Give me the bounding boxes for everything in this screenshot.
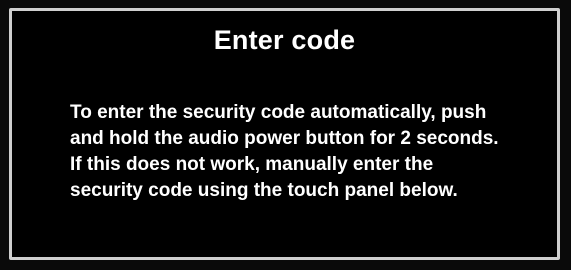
dialog-title: Enter code (213, 25, 356, 55)
display-bezel: Enter code To enter the security code au… (0, 0, 571, 270)
enter-code-dialog: Enter code To enter the security code au… (9, 8, 560, 260)
message-line: To enter the security code automatically… (70, 102, 487, 123)
message-line: security code using the touch panel belo… (70, 180, 458, 201)
dialog-message: To enter the security code automatically… (70, 100, 540, 204)
message-line: and hold the audio power button for 2 se… (70, 128, 499, 149)
message-line: If this does not work, manually enter th… (70, 154, 434, 175)
